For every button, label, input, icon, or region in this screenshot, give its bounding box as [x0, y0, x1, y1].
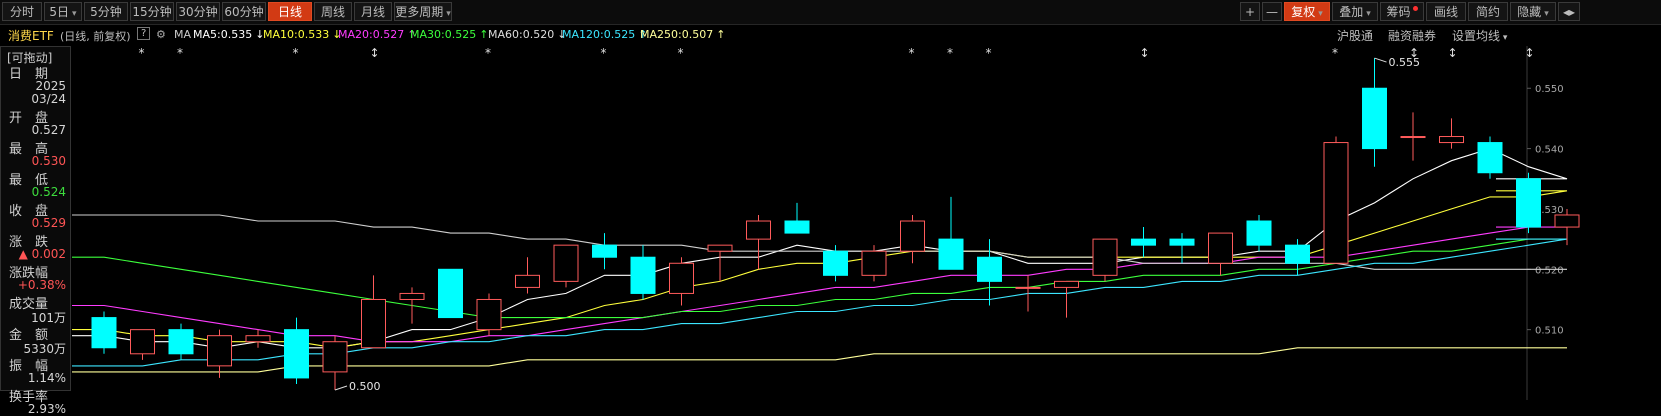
candle-down	[823, 250, 848, 276]
candle-down	[168, 329, 194, 355]
candle-up	[861, 250, 887, 276]
candle-up	[1054, 280, 1079, 288]
signal-mark: *	[1332, 46, 1338, 60]
candle-up	[900, 220, 925, 252]
candle-down	[592, 244, 617, 258]
y-tick-label: 0.550	[1535, 84, 1564, 95]
candle-down	[1362, 87, 1387, 150]
candle-down	[1246, 220, 1272, 246]
signal-mark: *	[293, 46, 299, 60]
signal-mark: *	[947, 46, 953, 60]
candle-down	[630, 256, 656, 294]
candle-down	[977, 256, 1002, 282]
candlestick-chart[interactable]: 0.5500.5400.5300.5200.5100.5550.500* * * ↕ *…	[0, 0, 1661, 414]
candle-up	[1092, 238, 1118, 276]
candle-up	[1323, 142, 1349, 264]
annotation-pointer	[1374, 57, 1387, 63]
y-tick-label: 0.510	[1535, 326, 1564, 337]
candle-down	[284, 329, 309, 379]
candle-down	[1169, 238, 1195, 246]
signal-mark: *	[601, 46, 607, 60]
signal-mark: ↕	[1448, 46, 1458, 60]
candle-up	[1208, 232, 1233, 264]
candle-up	[207, 335, 232, 367]
candle-up	[746, 220, 771, 240]
candle-down	[1516, 178, 1541, 228]
candle-down	[438, 268, 463, 319]
candle-up	[361, 298, 386, 349]
signal-mark: *	[986, 46, 992, 60]
candle-up	[1439, 136, 1464, 144]
candle-down	[784, 220, 810, 234]
candle-down	[1477, 142, 1503, 174]
signal-mark: *	[678, 46, 684, 60]
y-tick-label: 0.520	[1535, 265, 1564, 276]
y-tick-label: 0.540	[1535, 145, 1564, 156]
candle-up	[669, 262, 694, 294]
candle-down	[1131, 238, 1156, 246]
candle-up	[130, 329, 155, 355]
candle-up	[399, 292, 425, 300]
signal-mark: *	[177, 46, 183, 60]
signal-mark: ↕	[1409, 46, 1419, 60]
candle-up	[476, 298, 502, 331]
signal-mark: *	[485, 46, 491, 60]
signal-mark: ↕	[1525, 46, 1535, 60]
candle-down	[91, 317, 117, 349]
candle-up	[515, 274, 540, 288]
price-annotation: 0.500	[349, 380, 381, 393]
candle-down	[938, 238, 964, 270]
candle-up	[553, 244, 579, 282]
candle-up	[322, 341, 348, 373]
candle-up	[707, 244, 733, 252]
candle-up	[1400, 136, 1426, 139]
signal-mark: *	[139, 46, 145, 60]
signal-mark: *	[909, 46, 915, 60]
signal-mark: ↕	[370, 46, 380, 60]
candle-up	[1015, 286, 1041, 289]
signal-mark: ↕	[1140, 46, 1150, 60]
candle-down	[1285, 244, 1310, 264]
candle-up	[245, 335, 271, 343]
annotation-pointer	[334, 385, 348, 391]
candle-up	[1554, 214, 1580, 228]
